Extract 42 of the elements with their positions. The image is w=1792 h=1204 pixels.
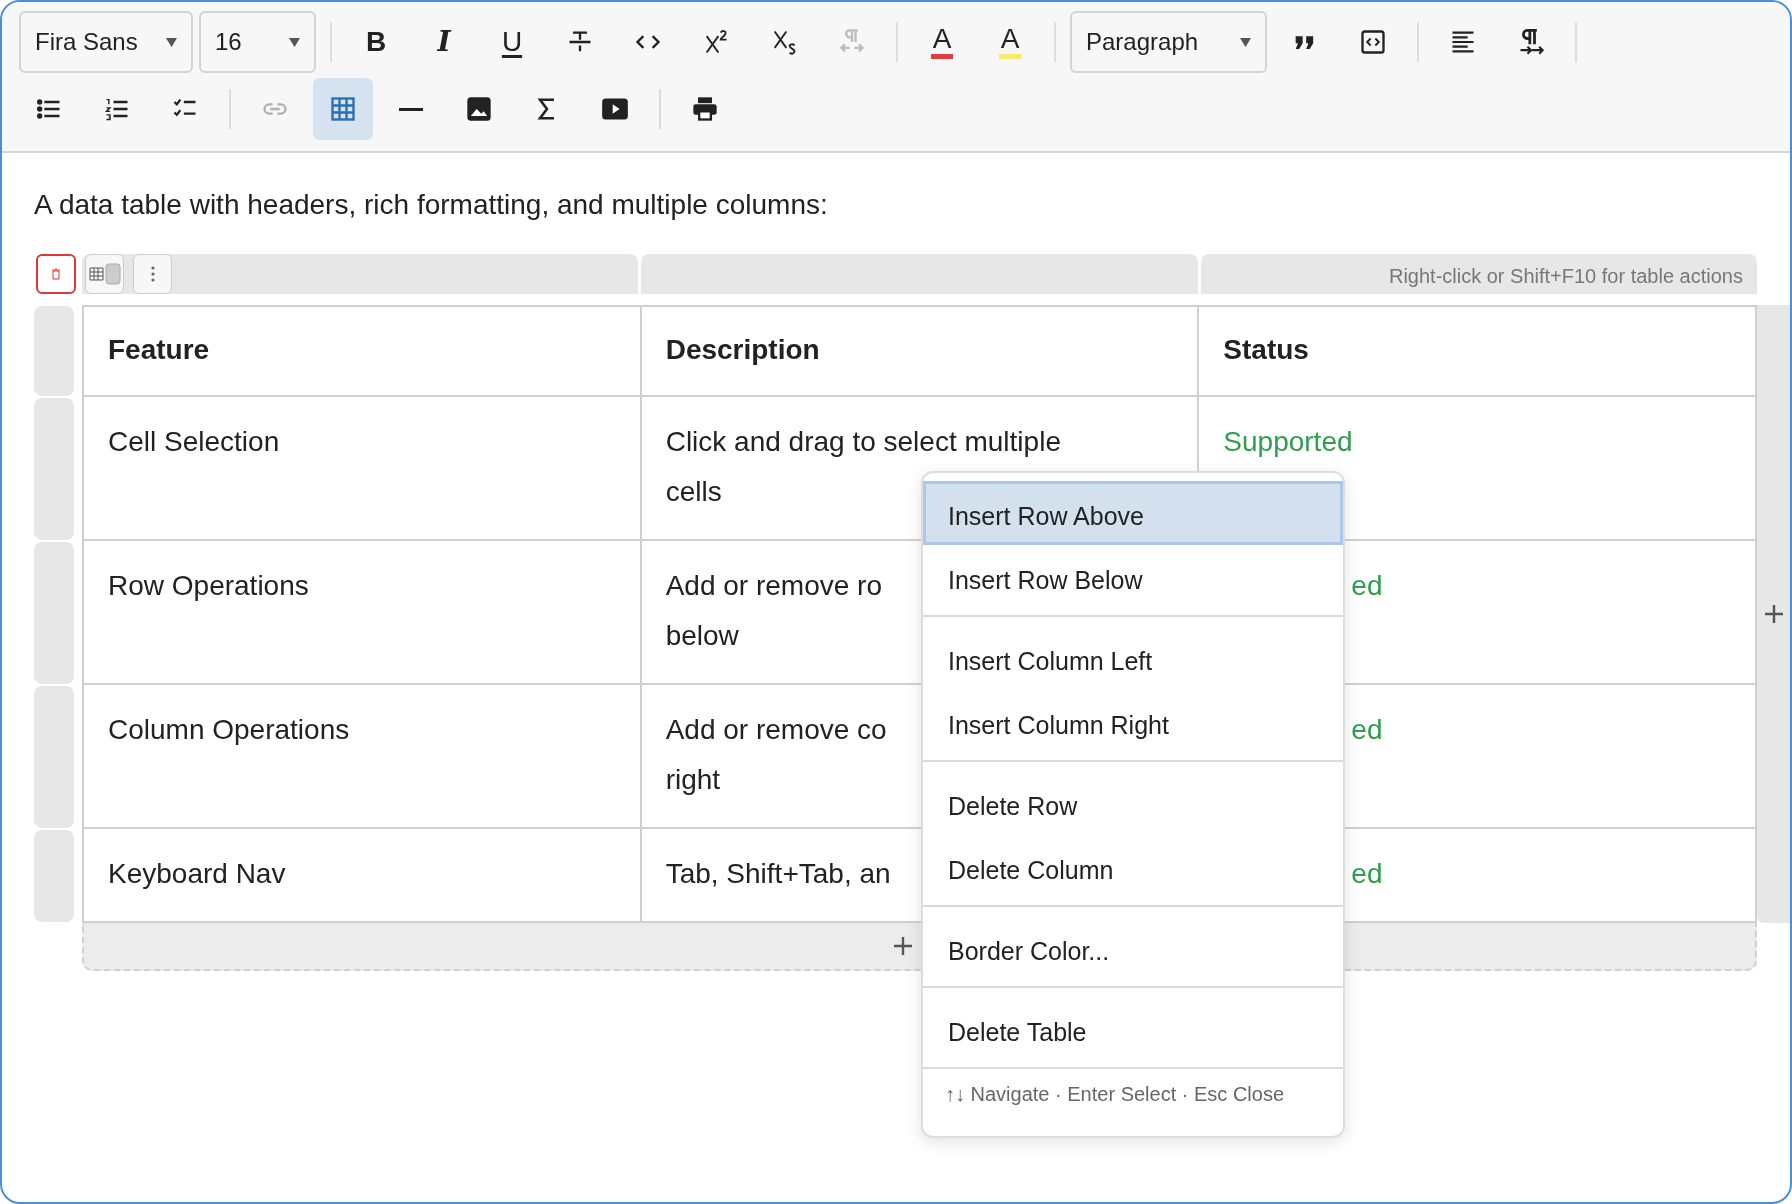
plus-icon [1763,604,1784,624]
row-handle[interactable] [34,398,74,540]
caret-icon [289,37,300,47]
delete-table-button[interactable] [36,254,76,294]
horizontal-rule-icon [398,107,424,111]
column-handle[interactable] [641,254,1198,294]
table-actions-hint: Right-click or Shift+F10 for table actions [1388,265,1743,288]
row-handle[interactable] [34,686,74,828]
caret-icon [1240,37,1251,47]
column-handle[interactable]: Right-click or Shift+F10 for table actions [1200,254,1757,294]
table-toggle-icon [88,262,121,286]
intro-paragraph: A data table with headers, rich formatting, and multiple columns: [34,188,829,222]
row-handle[interactable] [34,542,74,684]
row-handle[interactable] [34,830,74,922]
table-toggle-button[interactable] [85,254,124,294]
image-icon [465,95,493,123]
column-header: Feature [84,307,642,397]
plus-icon [892,936,913,956]
menu-shortcuts-hint: ↑↓ Navigate · Enter Select · Esc Close [944,1082,1285,1107]
bold-button[interactable]: B [346,11,406,73]
menu-item[interactable]: Insert Row Above [923,481,1343,545]
font-family-select[interactable]: Fira Sans [19,11,193,73]
block-format-select[interactable]: Paragraph [1070,11,1267,73]
highlight-button[interactable]: A [980,11,1040,73]
caret-icon [166,37,177,47]
more-icon [150,266,155,282]
print-icon [691,95,719,123]
column-header: Description [641,307,1200,397]
menu-item[interactable]: Delete Table [923,997,1343,1061]
table-cell: Row Operations [84,541,642,685]
italic-button[interactable]: I [414,11,474,73]
table-cell: Column Operations [84,685,642,829]
column-header: Status [1199,307,1757,397]
table-icon [329,95,357,123]
code-block-icon [1359,28,1387,56]
trash-icon [51,268,61,280]
text-color-button[interactable]: A [912,11,972,73]
row-handle[interactable] [34,306,74,396]
table-cell: Cell Selection [84,397,642,541]
font-size-select[interactable]: 16 [199,11,316,73]
underline-button[interactable]: U [482,11,542,73]
table-button[interactable] [313,78,373,140]
